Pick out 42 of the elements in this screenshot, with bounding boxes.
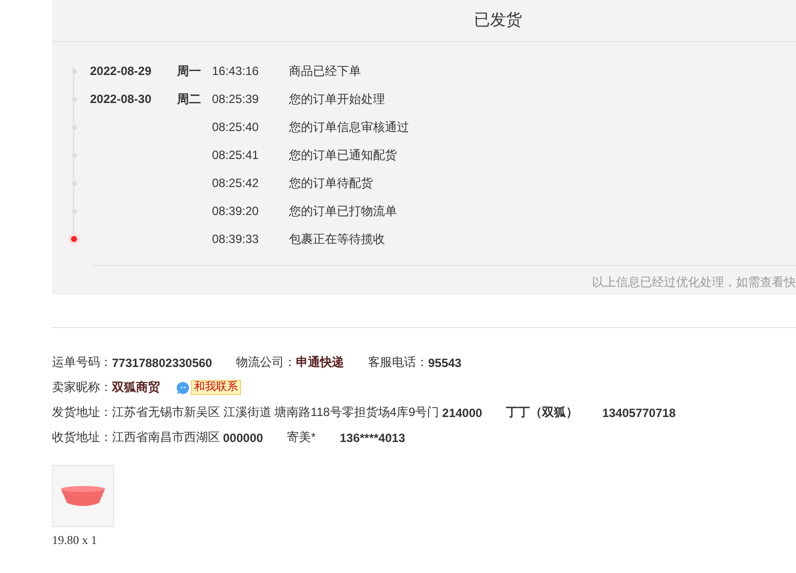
time-text: 08:39:33 [212,232,259,246]
field-label: 物流公司： [236,354,296,371]
seller-name: 双狐商贸 [112,379,160,396]
field-label: 发货地址： [52,404,112,421]
carrier-name: 申通快递 [296,354,344,371]
field-label: 运单号码： [52,354,112,371]
status-title: 已发货 [474,11,522,31]
event-text: 您的订单已打物流单 [289,202,397,220]
date-text: 2022-08-30 [90,92,152,106]
price-quantity: 19.80 x 1 [52,533,97,548]
field-label: 卖家昵称： [52,379,112,396]
receiver-phone: 136****4013 [340,430,406,444]
receiver-name: 寄美* [287,429,316,446]
note-text: 以上信息已经过优化处理，如需查看快 [592,275,796,289]
event-text: 您的订单待配货 [289,174,373,192]
time-text: 08:39:20 [212,204,259,218]
time-text: 08:25:40 [212,120,259,134]
receive-address: 江西省南昌市西湖区 [112,429,220,446]
time-text: 08:25:39 [212,92,259,106]
time-text: 08:25:41 [212,148,259,162]
ship-phone: 13405770718 [602,406,676,420]
event-text: 商品已经下单 [289,62,361,80]
date-text: 2022-08-29 [90,64,152,78]
service-phone: 95543 [428,356,462,370]
event-text: 您的订单信息审核通过 [289,118,409,136]
field-label: 客服电话： [368,354,428,371]
ship-zip: 214000 [442,406,482,420]
chat-icon [176,380,190,394]
time-text: 08:25:42 [212,176,259,190]
contact-link[interactable]: 和我联系 [191,380,241,395]
event-text: 您的订单已通知配货 [289,146,397,164]
event-text: 您的订单开始处理 [289,90,385,108]
field-label: 收货地址： [52,429,112,446]
ship-name: 丁丁（双狐） [506,404,578,421]
weekday-text: 周二 [177,92,201,106]
photo-placeholder[interactable] [52,465,114,527]
event-text: 包裹正在等待揽收 [289,230,385,248]
weekday-text: 周一 [177,64,201,78]
time-text: 16:43:16 [212,64,259,78]
receive-zip: 000000 [223,430,264,444]
ship-address: 江苏省无锡市新吴区 江溪街道 塘南路118号零担货场4库9号门 [112,404,440,421]
waybill-number: 773178802330560 [112,356,212,370]
